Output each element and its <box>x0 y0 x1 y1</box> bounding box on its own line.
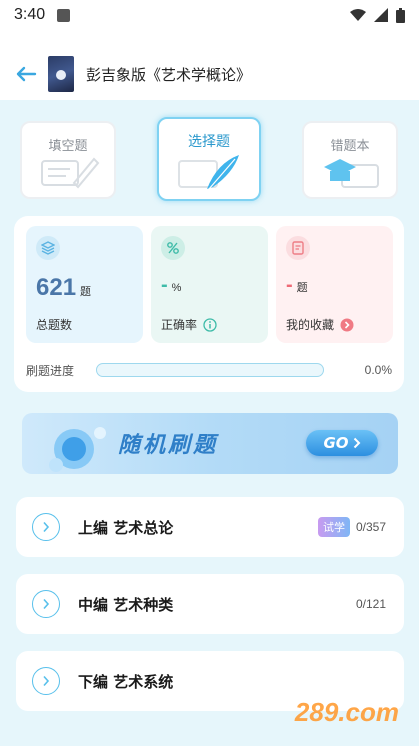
stat-favorites-value-wrap: -题 <box>286 274 308 297</box>
percent-icon <box>161 236 185 260</box>
stat-total-label: 总题数 <box>36 318 73 332</box>
tab-multiple-choice-label: 选择题 <box>188 134 230 150</box>
stat-accuracy-unit: % <box>171 282 182 294</box>
header: 彭吉象版《艺术学概论》 <box>0 48 419 100</box>
back-button[interactable] <box>14 62 38 86</box>
go-button[interactable]: GO <box>306 430 378 456</box>
tab-fill-blank-label: 填空题 <box>48 139 88 154</box>
chapter-title: 上编 艺术总论 <box>78 518 174 537</box>
stat-favorites[interactable]: -题 我的收藏 <box>276 226 393 343</box>
watermark-logo: 289.com <box>294 697 399 727</box>
stat-total-unit: 题 <box>80 286 92 298</box>
chapter-count: 0/357 <box>355 520 386 534</box>
chevron-circle-icon <box>32 667 60 695</box>
tab-wrong-questions[interactable]: 错题本 <box>302 121 398 199</box>
stat-accuracy-value-wrap: -% <box>161 274 181 297</box>
stat-total-value: 621 <box>36 274 77 301</box>
stat-accuracy-value: - <box>161 274 168 296</box>
banner-title: 随机刷题 <box>118 433 219 458</box>
back-arrow-icon <box>16 66 37 82</box>
chapter-item-2[interactable]: 中编 艺术种类 0/121 <box>16 574 404 634</box>
bubble-decoration-icon <box>49 427 106 472</box>
wifi-icon <box>350 9 366 21</box>
progress-row: 刷题进度 0.0% <box>26 359 392 381</box>
chevron-right-icon <box>340 318 354 331</box>
chevron-right-icon <box>353 437 360 449</box>
pencil-note-icon <box>41 157 100 189</box>
info-icon[interactable] <box>203 317 217 332</box>
tab-multiple-choice[interactable]: 选择题 <box>157 117 261 201</box>
mode-tabs: 填空题 选择题 错题本 <box>20 117 400 201</box>
chapter-title: 下编 艺术系统 <box>78 672 174 691</box>
stat-accuracy-label: 正确率 <box>161 318 198 332</box>
page-title: 彭吉象版《艺术学概论》 <box>86 65 252 84</box>
chapter-count: 0/121 <box>355 597 386 611</box>
go-button-label: GO <box>323 434 349 452</box>
stat-total-questions: 621 题 总题数 <box>26 226 143 343</box>
status-time: 3:40 <box>14 6 46 23</box>
battery-icon <box>396 7 405 23</box>
tab-wrong-questions-label: 错题本 <box>330 139 370 154</box>
stat-accuracy: -% 正确率 <box>151 226 268 343</box>
chapter-item-1[interactable]: 上编 艺术总论 试学 0/357 <box>16 497 404 557</box>
trial-badge: 试学 <box>317 517 350 537</box>
chevron-circle-icon <box>32 590 60 618</box>
progress-bar <box>96 363 324 377</box>
notification-icon <box>57 8 71 22</box>
book-cover-image <box>48 56 74 92</box>
tab-fill-blank[interactable]: 填空题 <box>20 121 116 199</box>
stats-panel: 621 题 总题数 -% 正确率 -题 我的收藏 刷题进度 0.0% <box>14 216 404 392</box>
favorites-doc-icon <box>286 236 310 260</box>
stat-favorites-label: 我的收藏 <box>286 318 335 332</box>
progress-value: 0.0% <box>364 363 392 377</box>
status-bar: 3:40 <box>0 0 419 30</box>
chevron-circle-icon <box>32 513 60 541</box>
stat-favorites-unit: 题 <box>296 282 308 294</box>
random-practice-banner[interactable]: 随机刷题 GO <box>22 413 398 474</box>
progress-label: 刷题进度 <box>26 363 75 378</box>
stat-favorites-value: - <box>286 274 293 296</box>
feather-pen-icon <box>178 155 239 190</box>
graduation-cap-icon <box>324 159 379 188</box>
stack-icon <box>36 236 60 260</box>
chapter-title: 中编 艺术种类 <box>78 595 174 614</box>
stat-total-value-wrap: 621 题 <box>36 274 91 302</box>
signal-icon <box>374 8 388 22</box>
